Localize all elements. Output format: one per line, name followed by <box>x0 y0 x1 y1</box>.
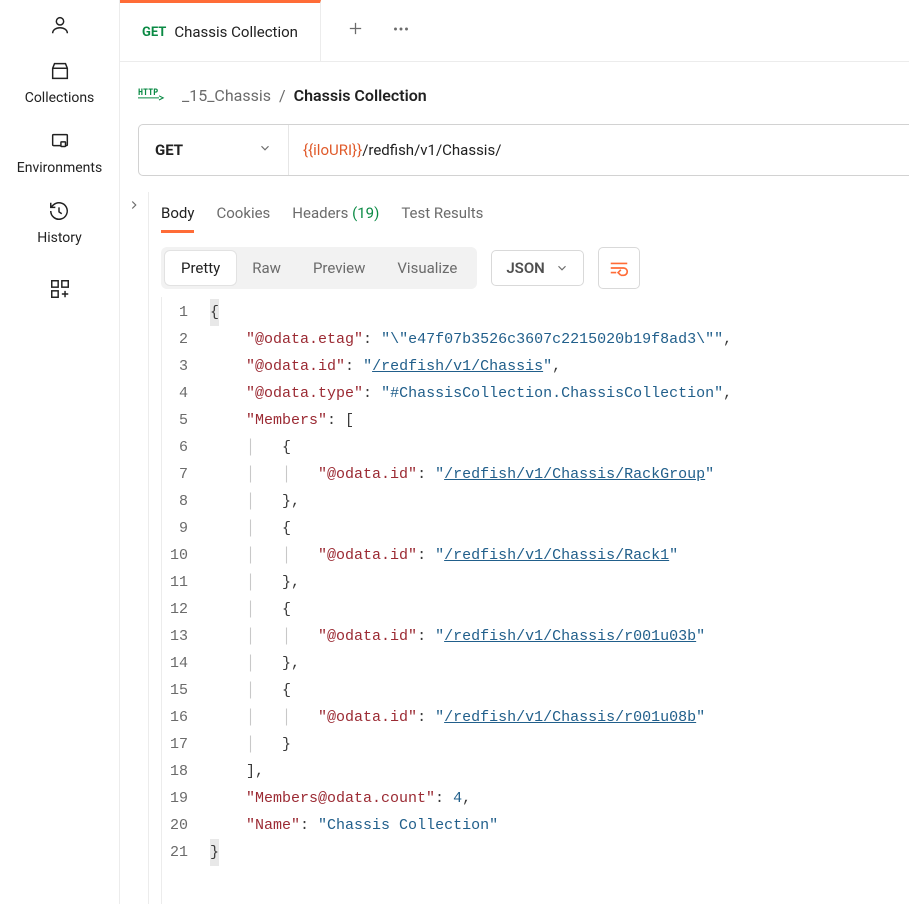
view-mode-pretty[interactable]: Pretty <box>165 251 236 285</box>
response-tab-cookies[interactable]: Cookies <box>216 196 270 233</box>
breadcrumb-separator: / <box>279 86 286 105</box>
tab-method-label: GET <box>142 25 166 40</box>
request-tab-active[interactable]: GET Chassis Collection <box>120 0 321 61</box>
method-select[interactable]: GET <box>139 125 289 175</box>
tab-title: Chassis Collection <box>174 23 298 41</box>
environments-icon <box>49 130 71 152</box>
collapse-response-button[interactable] <box>120 192 148 904</box>
language-select-value: JSON <box>506 259 544 277</box>
chevron-down-icon <box>555 261 569 275</box>
sidebar-item-history[interactable]: History <box>37 200 82 246</box>
view-mode-raw[interactable]: Raw <box>236 251 297 285</box>
http-badge-icon: HTTP <box>138 84 166 106</box>
sidebar-item-label: Collections <box>25 90 95 106</box>
response-tab-headers[interactable]: Headers (19) <box>292 196 379 233</box>
user-icon <box>49 14 71 36</box>
wrap-icon <box>608 257 630 279</box>
sidebar-item-label: History <box>37 230 82 246</box>
wrap-lines-button[interactable] <box>598 247 640 289</box>
new-tab-button[interactable] <box>347 20 364 41</box>
grid-plus-icon <box>49 278 71 300</box>
chevron-down-icon <box>258 141 272 159</box>
language-select[interactable]: JSON <box>491 250 583 286</box>
view-mode-segmented: Pretty Raw Preview Visualize <box>161 247 477 289</box>
breadcrumb-folder[interactable]: _15_Chassis <box>182 86 271 105</box>
history-icon <box>48 200 70 222</box>
response-tab-headers-label: Headers <box>292 204 348 222</box>
response-tab-body[interactable]: Body <box>161 196 194 233</box>
sidebar-item-profile[interactable] <box>49 14 71 36</box>
response-body-source: { "@odata.etag": "\"e47f07b3526c3607c221… <box>202 297 732 904</box>
chevron-right-icon <box>127 198 141 212</box>
collections-icon <box>49 60 71 82</box>
breadcrumb-current: Chassis Collection <box>294 86 427 105</box>
plus-icon <box>347 20 364 37</box>
url-input[interactable]: {{iloURI}}/redfish/v1/Chassis/ <box>289 125 909 175</box>
tab-overflow-button[interactable] <box>390 18 412 44</box>
more-horizontal-icon <box>390 18 412 40</box>
url-path: /redfish/v1/Chassis/ <box>362 141 501 159</box>
method-select-value: GET <box>155 141 183 159</box>
sidebar-item-label: Environments <box>17 160 102 176</box>
response-tab-test-results[interactable]: Test Results <box>401 196 483 233</box>
breadcrumb: HTTP _15_Chassis / Chassis Collection <box>138 84 427 106</box>
sidebar-item-environments[interactable]: Environments <box>17 130 102 176</box>
url-variable: {{iloURI}} <box>303 141 362 159</box>
line-number-gutter: 123456789101112131415161718192021 <box>162 297 202 904</box>
view-mode-preview[interactable]: Preview <box>297 251 381 285</box>
response-tab-headers-count: (19) <box>352 204 379 222</box>
sidebar-item-collections[interactable]: Collections <box>25 60 95 106</box>
response-body-viewer[interactable]: 123456789101112131415161718192021 { "@od… <box>162 297 909 904</box>
svg-text:HTTP: HTTP <box>138 87 158 97</box>
view-mode-visualize[interactable]: Visualize <box>381 251 473 285</box>
sidebar-item-new[interactable] <box>49 278 71 304</box>
